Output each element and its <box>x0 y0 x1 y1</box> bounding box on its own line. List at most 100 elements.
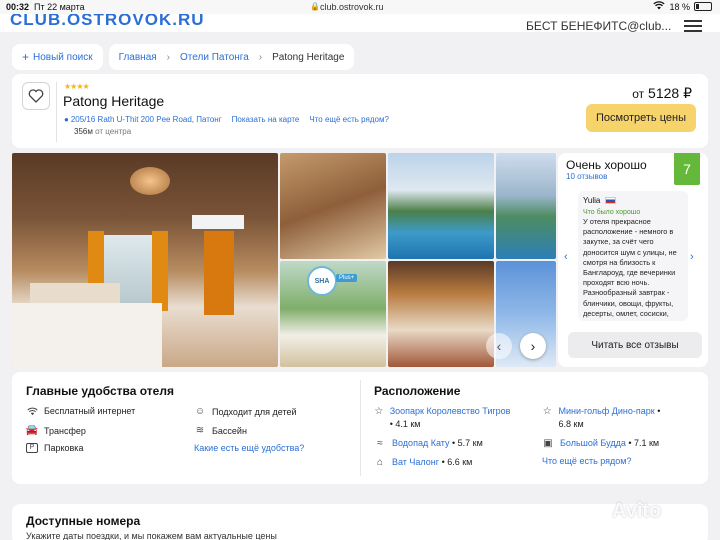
read-all-reviews-button[interactable]: Читать все отзывы <box>568 332 702 358</box>
place-name-link[interactable]: Большой Будда <box>560 438 626 448</box>
amenity-item: Бесплатный интернет <box>26 406 135 416</box>
amenity-label: Подходит для детей <box>212 406 297 417</box>
monument-icon: ▣ <box>543 438 553 449</box>
lock-icon: 🔒 <box>310 2 320 11</box>
status-time: 00:32 <box>6 2 30 12</box>
breadcrumb-path: Главная › Отели Патонга › Patong Heritag… <box>108 44 355 70</box>
favorite-button[interactable] <box>22 82 50 110</box>
gallery-photo-lobby[interactable] <box>280 153 386 259</box>
site-logo[interactable]: CLUB.OSTROVOK.RU <box>10 14 205 30</box>
distance-from-center: 356м от центра <box>74 127 131 136</box>
place-distance: 5.7 км <box>457 438 483 448</box>
amenity-item: ☺ Подходит для детей <box>194 406 297 417</box>
facilities-card: Главные удобства отеля Бесплатный интерн… <box>12 372 708 484</box>
rooms-title: Доступные номера <box>26 514 141 528</box>
review-prev-button[interactable]: ‹ <box>564 251 568 263</box>
plus-icon: + <box>22 50 30 64</box>
amenity-item: P Парковка <box>26 443 83 453</box>
price-prefix: от <box>632 87 645 101</box>
review-card: Yulia Что было хорошо У отеля прекрасное… <box>578 191 688 321</box>
gallery-next-button[interactable]: › <box>520 333 546 359</box>
review-good-label: Что было хорошо <box>583 209 641 216</box>
hotel-stars: ★★★★ <box>64 82 90 91</box>
status-date: Пт 22 марта <box>34 2 85 12</box>
location-title: Расположение <box>374 384 461 398</box>
new-search-button[interactable]: + Новый поиск <box>12 44 103 70</box>
child-icon: ☺ <box>194 406 206 417</box>
amenities-title: Главные удобства отеля <box>26 384 174 398</box>
chevron-right-icon: › <box>258 51 263 63</box>
place-distance: 7.1 км <box>633 438 660 448</box>
gallery-photo-pool-2[interactable] <box>496 153 556 259</box>
chevron-right-icon: › <box>530 338 536 354</box>
breadcrumb: + Новый поиск Главная › Отели Патонга › … <box>12 44 355 70</box>
waterfall-icon: ≈ <box>377 438 383 449</box>
new-search-label: Новый поиск <box>33 51 93 63</box>
distance-label: от центра <box>95 127 132 136</box>
hotel-header-card: ★★★★ Patong Heritage ● 205/16 Rath U-Thi… <box>12 74 708 148</box>
location-item: ▣ Большой Будда • 7.1 км <box>543 438 660 449</box>
location-item: ≈ Водопад Кату • 5.7 км <box>374 437 483 450</box>
star-icon: ☆ <box>374 406 384 417</box>
hotel-address-row: ● 205/16 Rath U-Thit 200 Pee Road, Патон… <box>64 115 389 124</box>
amenity-label: Бесплатный интернет <box>44 406 136 416</box>
review-next-button[interactable]: › <box>690 251 694 263</box>
location-item: ⌂ Ват Чалонг • 6.6 км <box>374 456 472 469</box>
breadcrumb-current: Patong Heritage <box>272 51 345 63</box>
battery-icon <box>694 2 712 11</box>
wifi-icon <box>653 1 666 12</box>
location-item: ☆ Мини-гольф Дино-парк • 6.8 км <box>542 406 661 429</box>
show-prices-button[interactable]: Посмотреть цены <box>586 104 696 132</box>
review-text: У отеля прекрасное расположение - немног… <box>583 217 677 318</box>
account-name[interactable]: БЕСТ БЕНЕФИТС@club... <box>526 19 671 32</box>
amenity-item: ≋ Бассейн <box>194 425 247 436</box>
section-divider <box>360 380 361 476</box>
star-icon: ☆ <box>542 406 552 417</box>
place-name-link[interactable]: Мини-гольф Дино-парк <box>559 406 655 416</box>
temple-icon: ⌂ <box>376 457 384 468</box>
reviews-count-link[interactable]: 10 отзывов <box>566 172 607 181</box>
location-item: ☆ Зоопарк Королевство Тигров • 4.1 км <box>374 406 511 429</box>
place-name-link[interactable]: Водопад Кату <box>392 438 449 448</box>
pin-icon: ● <box>64 115 69 124</box>
price-block: от 5128 ₽ <box>632 85 692 102</box>
show-on-map-link[interactable]: Показать на карте <box>232 115 300 124</box>
divider <box>56 82 57 142</box>
nearby-link[interactable]: Что ещё есть рядом? <box>309 115 389 124</box>
parking-icon: P <box>26 443 38 453</box>
rating-title: Очень хорошо <box>566 158 647 172</box>
amenity-label: Бассейн <box>212 425 247 436</box>
more-amenities-link[interactable]: Какие есть ещё удобства? <box>194 443 304 453</box>
status-right: 18 % <box>653 1 712 12</box>
gallery-prev-button[interactable]: ‹ <box>486 333 512 359</box>
review-author: Yulia <box>583 196 601 205</box>
car-icon: 🚘 <box>25 425 39 436</box>
place-name-link[interactable]: Ват Чалонг <box>392 457 439 467</box>
battery-percent: 18 % <box>669 1 690 12</box>
place-distance: 6.6 км <box>447 457 473 467</box>
russia-flag-icon <box>605 197 617 204</box>
price-value: 5128 ₽ <box>648 85 692 101</box>
hotel-address[interactable]: 205/16 Rath U-Thit 200 Pee Road, Патонг <box>71 115 222 124</box>
sha-badge: SHA <box>307 266 337 296</box>
gallery-photo-pool[interactable] <box>388 153 494 259</box>
place-name-link[interactable]: Зоопарк Королевство Тигров <box>390 406 511 416</box>
site-header: CLUB.OSTROVOK.RU БЕСТ БЕНЕФИТС@club... <box>0 14 720 32</box>
address-bar-url[interactable]: club.ostrovok.ru <box>320 2 384 12</box>
place-distance: 4.1 км <box>395 419 421 429</box>
breadcrumb-home[interactable]: Главная <box>119 52 157 63</box>
hotel-name: Patong Heritage <box>63 93 165 109</box>
menu-icon[interactable] <box>684 20 702 32</box>
avito-watermark: Avito <box>612 500 662 522</box>
gallery-photo-room[interactable] <box>388 261 494 367</box>
heart-icon <box>28 89 44 103</box>
breadcrumb-hotels[interactable]: Отели Патонга <box>180 52 249 63</box>
status-bar: 00:32 Пт 22 марта 🔒 club.ostrovok.ru 18 … <box>0 0 720 14</box>
main-room-photo[interactable] <box>12 153 278 367</box>
place-distance: 6.8 км <box>558 419 584 429</box>
chevron-right-icon: › <box>166 51 171 63</box>
reviews-panel: Очень хорошо 10 отзывов 7 ‹ Yulia Что бы… <box>558 153 708 367</box>
review-header: Yulia <box>583 196 683 205</box>
sha-plus-badge: Plus+ <box>336 274 358 282</box>
more-nearby-link[interactable]: Что ещё есть рядом? <box>542 456 632 466</box>
